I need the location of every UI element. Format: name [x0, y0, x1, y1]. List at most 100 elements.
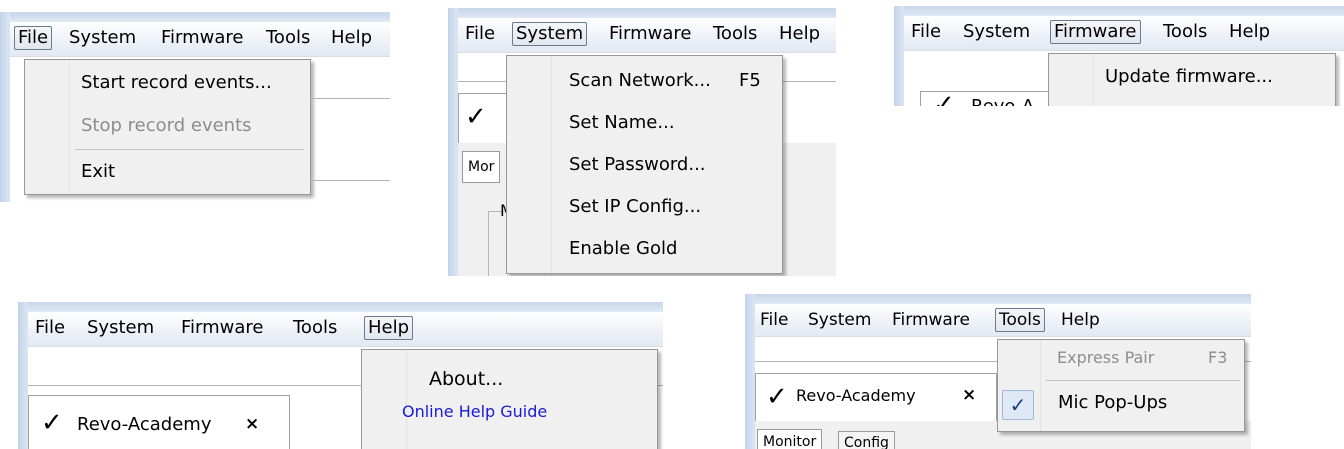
subtab-config[interactable]: Config — [838, 431, 895, 449]
menu-separator — [1046, 380, 1240, 381]
help-dropdown: About... Online Help Guide — [361, 349, 658, 449]
window-frame-left — [745, 294, 755, 449]
menu-item-label: Online Help Guide — [402, 402, 548, 421]
subtab-label: Monitor — [763, 434, 817, 449]
menu-firmware[interactable]: Firmware — [889, 308, 973, 332]
menu-firmware[interactable]: Firmware — [1050, 20, 1141, 44]
menu-firmware[interactable]: Firmware — [178, 316, 267, 340]
menubar: File System Firmware Tools Help — [458, 18, 836, 53]
help-menu-screenshot: File System Firmware Tools Help ✓ Revo-A… — [18, 302, 663, 449]
menu-item-online-help-guide[interactable]: Online Help Guide — [362, 402, 657, 430]
tools-menu-screenshot: File System Firmware Tools Help ✓ Revo-A… — [745, 294, 1251, 449]
menu-system[interactable]: System — [66, 26, 139, 50]
device-tab-label: Revo-A — [971, 96, 1034, 106]
menu-item-label: Express Pair — [1057, 348, 1155, 367]
device-tab-label: Revo-Academy — [796, 386, 916, 405]
menu-help[interactable]: Help — [1058, 308, 1103, 332]
window-frame — [448, 8, 836, 18]
menubar: File System Firmware Tools Help — [28, 312, 663, 347]
system-menu-screenshot: File System Firmware Tools Help ✓ Mor M … — [448, 8, 836, 276]
menu-item-set-password[interactable]: Set Password... — [507, 154, 782, 184]
menu-tools[interactable]: Tools — [290, 316, 340, 340]
subtab-monitor[interactable]: Monitor — [757, 429, 823, 449]
check-icon: ✓ — [766, 382, 788, 412]
file-menu-screenshot: File System Firmware Tools Help Start re… — [0, 12, 390, 202]
close-icon[interactable]: × — [245, 414, 259, 434]
menu-shortcut: F5 — [739, 70, 761, 91]
window-frame-left — [448, 8, 458, 276]
menu-file[interactable]: File — [32, 316, 68, 340]
menu-system[interactable]: System — [805, 308, 874, 332]
checked-indicator: ✓ — [1002, 390, 1034, 420]
menu-firmware[interactable]: Firmware — [158, 26, 247, 50]
menu-help[interactable]: Help — [364, 316, 414, 340]
menu-item-label: Scan Network... — [569, 70, 711, 91]
device-tab[interactable]: ✓ Revo-Academy × — [755, 373, 997, 422]
check-icon: ✓ — [1009, 393, 1027, 417]
menu-tools[interactable]: Tools — [263, 26, 313, 50]
file-dropdown: Start record events... Stop record event… — [24, 59, 311, 195]
menu-shortcut: F3 — [1208, 348, 1228, 367]
menu-tools[interactable]: Tools — [995, 308, 1045, 332]
menu-file[interactable]: File — [757, 308, 791, 332]
firmware-menu-screenshot: File System Firmware Tools Help ✓ Revo-A… — [894, 6, 1344, 106]
window-frame-left — [0, 12, 10, 202]
menu-item-exit[interactable]: Exit — [25, 161, 310, 191]
tools-dropdown: Express Pair F3 ✓ Mic Pop-Ups — [997, 339, 1245, 432]
window-frame-left — [18, 302, 28, 449]
close-icon[interactable]: × — [962, 385, 976, 405]
menu-item-label: Start record events... — [81, 72, 272, 93]
check-icon: ✓ — [465, 102, 487, 132]
group-border — [488, 211, 489, 276]
menu-system[interactable]: System — [960, 20, 1033, 44]
menu-item-label: Enable Gold — [569, 238, 678, 259]
window-edge — [310, 98, 390, 99]
menu-help[interactable]: Help — [328, 26, 375, 50]
window-frame-left — [894, 6, 904, 106]
menu-item-update-firmware[interactable]: Update firmware... — [1049, 66, 1335, 96]
subtab-label: Mor — [468, 159, 495, 175]
menu-tools[interactable]: Tools — [710, 22, 760, 46]
subtab-monitor[interactable]: Mor — [462, 151, 501, 183]
system-dropdown: Scan Network... F5 Set Name... Set Passw… — [506, 55, 783, 274]
menu-item-set-name[interactable]: Set Name... — [507, 112, 782, 142]
check-icon: ✓ — [933, 91, 955, 106]
menubar: File System Firmware Tools Help — [904, 16, 1344, 51]
menu-icon-gutter — [362, 350, 407, 449]
menu-file[interactable]: File — [14, 26, 53, 50]
menu-item-label: Set Name... — [569, 112, 675, 133]
check-icon: ✓ — [41, 408, 63, 438]
window-frame — [18, 302, 663, 312]
menu-item-label: Mic Pop-Ups — [1058, 392, 1168, 413]
menu-help[interactable]: Help — [1226, 20, 1273, 44]
menu-item-enable-gold[interactable]: Enable Gold — [507, 238, 782, 268]
menu-separator — [75, 149, 304, 150]
menu-file[interactable]: File — [908, 20, 944, 44]
menu-item-about[interactable]: About... — [362, 368, 657, 398]
subtab-label: Config — [844, 435, 889, 449]
device-tab[interactable]: ✓ Revo-Academy × — [28, 395, 290, 449]
menu-system[interactable]: System — [512, 22, 588, 46]
firmware-dropdown: Update firmware... — [1048, 53, 1336, 106]
menu-item-label: Set Password... — [569, 154, 706, 175]
menu-item-label: Update firmware... — [1105, 66, 1273, 87]
menubar: File System Firmware Tools Help — [755, 304, 1251, 337]
menubar: File System Firmware Tools Help — [10, 22, 390, 57]
menu-firmware[interactable]: Firmware — [606, 22, 695, 46]
menu-item-set-ip-config[interactable]: Set IP Config... — [507, 196, 782, 226]
menu-tools[interactable]: Tools — [1160, 20, 1210, 44]
menu-item-mic-pop-ups[interactable]: ✓ Mic Pop-Ups — [998, 388, 1244, 420]
menu-system[interactable]: System — [84, 316, 157, 340]
menu-item-scan-network[interactable]: Scan Network... F5 — [507, 70, 782, 100]
window-frame — [745, 294, 1251, 304]
menu-file[interactable]: File — [462, 22, 498, 46]
menu-item-label: Set IP Config... — [569, 196, 702, 217]
window-edge — [310, 180, 390, 181]
menu-item-label: Exit — [81, 161, 116, 182]
window-frame — [0, 12, 390, 22]
menu-help[interactable]: Help — [776, 22, 823, 46]
menu-item-express-pair[interactable]: Express Pair F3 — [998, 348, 1244, 374]
menu-item-stop-record[interactable]: Stop record events — [25, 115, 310, 145]
menu-item-label: About... — [429, 368, 504, 390]
menu-item-start-record[interactable]: Start record events... — [25, 72, 310, 102]
